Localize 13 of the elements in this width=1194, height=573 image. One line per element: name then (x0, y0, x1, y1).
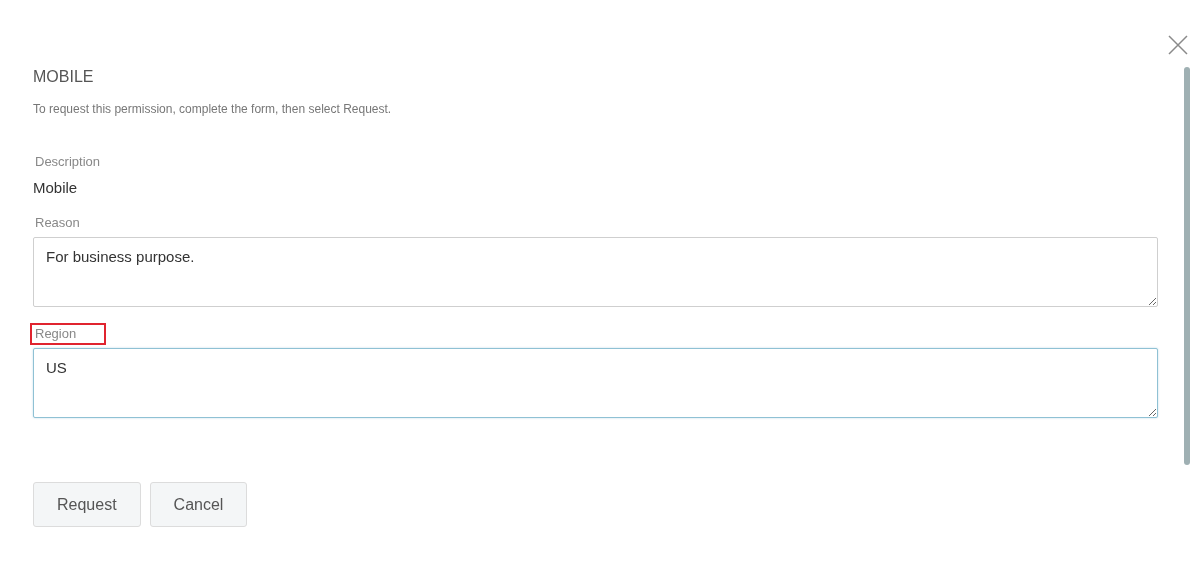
scrollbar[interactable] (1184, 67, 1190, 465)
dialog-button[interactable]: Request (33, 482, 141, 527)
field-label: Region (30, 323, 107, 345)
field-label: Description (34, 153, 102, 171)
field-value: Mobile (33, 179, 79, 196)
dialog-button[interactable]: Cancel (149, 482, 248, 527)
text-area[interactable]: US (33, 348, 1158, 418)
close-button[interactable] (1168, 35, 1188, 55)
dialog-title: MOBILE (33, 68, 94, 86)
instruction-text: To request this permission, complete the form, then select Request. (33, 102, 393, 116)
close-icon (1168, 35, 1188, 55)
text-area[interactable]: For business purpose. (33, 237, 1158, 307)
field-label: Reason (34, 214, 81, 232)
